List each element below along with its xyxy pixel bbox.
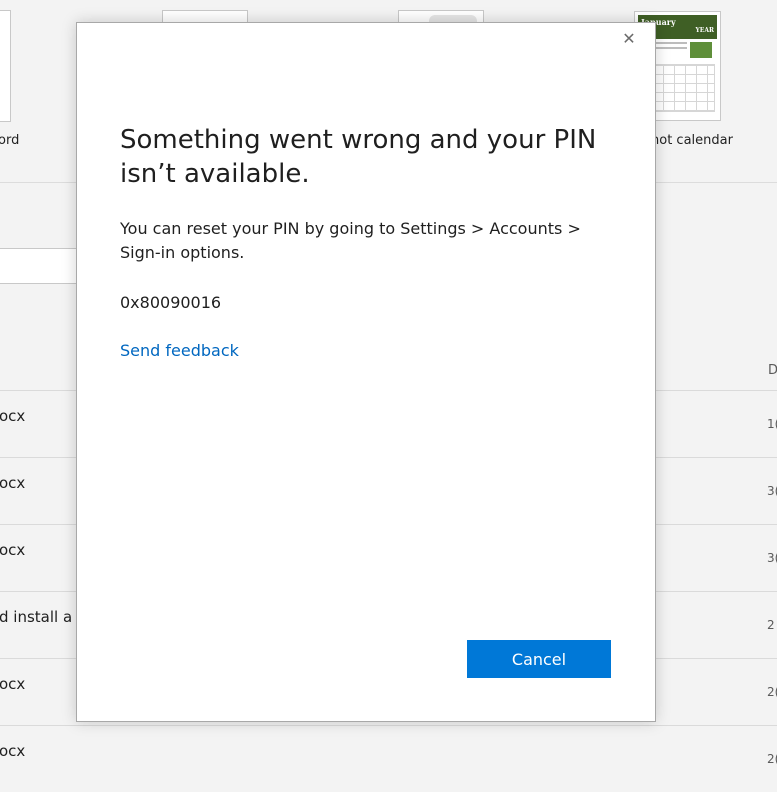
file-date: 2 bbox=[767, 618, 775, 632]
file-date: 2( bbox=[767, 685, 777, 699]
file-date: 1( bbox=[767, 417, 777, 431]
file-name: ocx bbox=[0, 742, 26, 760]
calendar-year: YEAR bbox=[695, 27, 715, 34]
dialog-title: Something went wrong and your PIN isn’t … bbox=[120, 125, 597, 189]
calendar-photo bbox=[690, 42, 712, 58]
date-column-header[interactable]: D bbox=[768, 363, 777, 378]
file-date: 2( bbox=[767, 752, 777, 766]
file-name: ocx bbox=[0, 541, 26, 559]
cancel-button[interactable]: Cancel bbox=[467, 640, 611, 678]
dialog-message: You can reset your PIN by going to Setti… bbox=[120, 219, 581, 262]
file-name: ocx bbox=[0, 675, 26, 693]
file-name: ocx bbox=[0, 407, 26, 425]
send-feedback-link[interactable]: Send feedback bbox=[120, 339, 239, 363]
template-thumb-blank[interactable] bbox=[0, 10, 11, 122]
close-icon[interactable]: ✕ bbox=[619, 29, 639, 49]
file-date: 3( bbox=[767, 551, 777, 565]
template-label: ord bbox=[0, 133, 20, 148]
template-label: hot calendar bbox=[651, 133, 733, 148]
file-row[interactable]: ocx 2( bbox=[0, 725, 777, 792]
search-input[interactable] bbox=[0, 248, 78, 284]
pin-error-dialog: ✕ Something went wrong and your PIN isn’… bbox=[76, 22, 656, 722]
file-name: ocx bbox=[0, 474, 26, 492]
file-date: 3( bbox=[767, 484, 777, 498]
error-code: 0x80090016 bbox=[120, 293, 222, 312]
file-name: d install a bbox=[0, 608, 73, 626]
